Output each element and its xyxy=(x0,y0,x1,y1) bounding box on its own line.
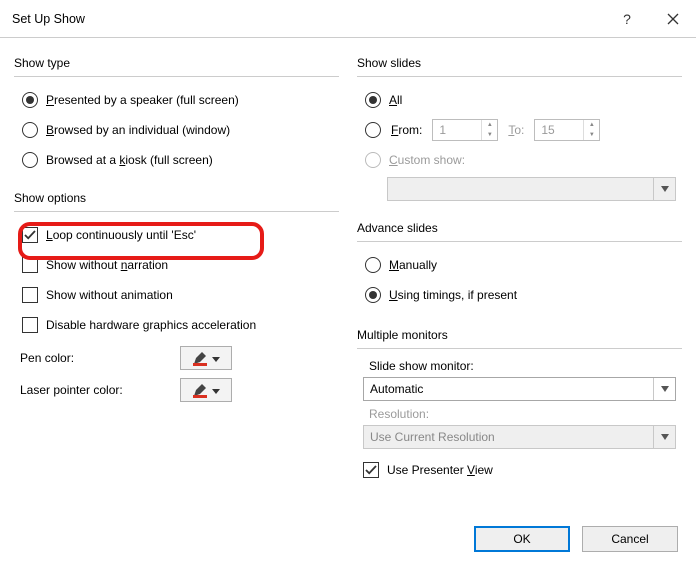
radio-individual[interactable]: Browsed by an individual (window) xyxy=(22,117,339,143)
check-no-animation[interactable]: Show without animation xyxy=(22,282,339,308)
monitor-combo[interactable]: Automatic xyxy=(363,377,676,401)
footer: OK Cancel xyxy=(0,526,696,566)
radio-speaker[interactable]: Presented by a speaker (full screen) xyxy=(22,87,339,113)
from-spinner[interactable]: 1 ▲▼ xyxy=(432,119,498,141)
radio-icon xyxy=(22,152,38,168)
titlebar: Set Up Show ? xyxy=(0,0,696,38)
right-column: Show slides All From: 1 ▲▼ To: 15 ▲▼ Cus… xyxy=(357,48,682,526)
spin-down-icon[interactable]: ▼ xyxy=(482,130,497,140)
resolution-combo: Use Current Resolution xyxy=(363,425,676,449)
radio-from-to[interactable]: From: 1 ▲▼ To: 15 ▲▼ xyxy=(365,117,682,143)
spin-down-icon[interactable]: ▼ xyxy=(584,130,599,140)
monitor-label: Slide show monitor: xyxy=(369,359,676,373)
left-column: Show type Presented by a speaker (full s… xyxy=(14,48,339,526)
close-button[interactable] xyxy=(650,0,696,38)
check-presenter[interactable]: Use Presenter View xyxy=(363,457,676,483)
radio-icon xyxy=(365,122,381,138)
radio-icon xyxy=(365,257,381,273)
laser-color-button[interactable] xyxy=(180,378,232,402)
checkbox-icon xyxy=(363,462,379,478)
resolution-label: Resolution: xyxy=(369,407,676,421)
cancel-button[interactable]: Cancel xyxy=(582,526,678,552)
radio-icon xyxy=(365,92,381,108)
group-show-slides: Show slides xyxy=(357,56,682,70)
checkbox-icon xyxy=(22,317,38,333)
chevron-down-icon xyxy=(212,383,220,397)
check-loop[interactable]: Loop continuously until 'Esc' xyxy=(22,222,339,248)
radio-icon xyxy=(365,152,381,168)
group-monitors: Multiple monitors xyxy=(357,328,682,342)
custom-show-combo xyxy=(387,177,676,201)
check-no-narration[interactable]: Show without narration xyxy=(22,252,339,278)
chevron-down-icon xyxy=(653,378,675,400)
radio-manual[interactable]: Manually xyxy=(365,252,682,278)
chevron-down-icon xyxy=(653,178,675,200)
chevron-down-icon xyxy=(653,426,675,448)
help-button[interactable]: ? xyxy=(604,0,650,38)
radio-custom-show: Custom show: xyxy=(365,147,682,173)
ok-button[interactable]: OK xyxy=(474,526,570,552)
radio-icon xyxy=(22,122,38,138)
spin-up-icon[interactable]: ▲ xyxy=(584,120,599,130)
checkbox-icon xyxy=(22,287,38,303)
radio-icon xyxy=(365,287,381,303)
to-spinner[interactable]: 15 ▲▼ xyxy=(534,119,600,141)
radio-kiosk[interactable]: Browsed at a kiosk (full screen) xyxy=(22,147,339,173)
radio-timings[interactable]: Using timings, if present xyxy=(365,282,682,308)
radio-icon xyxy=(22,92,38,108)
dialog-title: Set Up Show xyxy=(12,12,604,26)
radio-all-slides[interactable]: All xyxy=(365,87,682,113)
group-show-type: Show type xyxy=(14,56,339,70)
check-disable-hw[interactable]: Disable hardware graphics acceleration xyxy=(22,312,339,338)
pen-color-button[interactable] xyxy=(180,346,232,370)
spin-up-icon[interactable]: ▲ xyxy=(482,120,497,130)
checkbox-icon xyxy=(22,227,38,243)
group-show-options: Show options xyxy=(14,191,339,205)
group-advance: Advance slides xyxy=(357,221,682,235)
chevron-down-icon xyxy=(212,351,220,365)
checkbox-icon xyxy=(22,257,38,273)
